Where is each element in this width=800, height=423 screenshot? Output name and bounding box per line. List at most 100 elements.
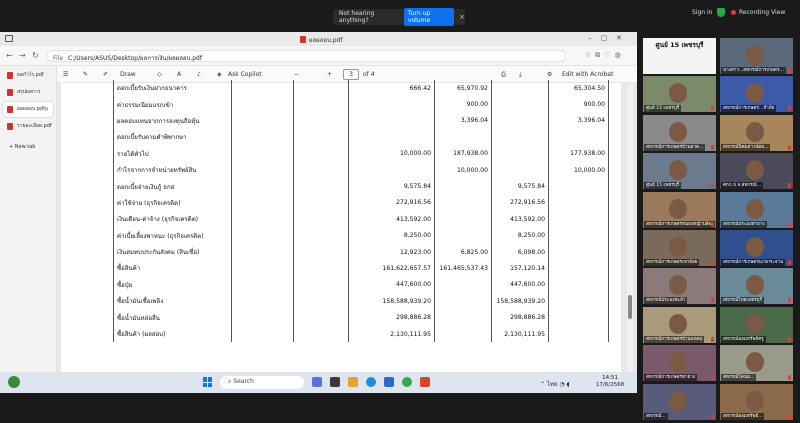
participant-tile[interactable]: สหกรณ์การเกษตรแก่งกระจาน: [720, 230, 793, 266]
erase-icon[interactable]: ◇: [157, 71, 162, 78]
address-bar: ← → ↻ File C:/Users/ASUS/Desktop/ผลการเงิ…: [0, 46, 637, 66]
table-row: เงินสมทบประกันสังคม (สินเชื่อ) 12,923.00 6…: [113, 243, 609, 261]
participant-tile[interactable]: ศกก.ป จ.สหกรณ์...: [720, 153, 793, 190]
zoom-in-button[interactable]: +: [327, 71, 332, 78]
system-tray[interactable]: ⌃ ไทย ◔ ◖: [540, 379, 570, 389]
participant-tile[interactable]: สหกรณ์โคนม...: [720, 345, 793, 382]
tab-item[interactable]: รายละเอียด.pdf: [3, 119, 53, 134]
close-icon[interactable]: ×: [459, 13, 465, 21]
url-input[interactable]: File C:/Users/ASUS/Desktop/ผลการเงิน/ผลผล…: [46, 50, 566, 62]
highlight-icon[interactable]: ✎: [83, 71, 88, 78]
draw-icon[interactable]: ✐: [103, 71, 108, 78]
menu-icon[interactable]: ☰: [63, 71, 68, 78]
draw-button[interactable]: Draw: [120, 71, 136, 78]
save-icon[interactable]: ⤓: [519, 71, 522, 79]
participant-video-figure: [746, 352, 764, 373]
amount-cell: [491, 129, 549, 146]
participant-tile[interactable]: สหกรณ์การเกษตร...จำกัด: [720, 76, 793, 113]
muted-mic-icon: [788, 375, 791, 381]
amount-cell: [293, 309, 349, 326]
participant-tile[interactable]: ศูนย์ 15 เพชรบุรี: [643, 153, 716, 190]
participant-tile[interactable]: สหกรณ์การเกษตรท่ายาง: [643, 345, 716, 382]
participant-tile[interactable]: สหกรณ์ประมงชะอำ: [643, 268, 716, 305]
app-root: Not hearing anything? Turn up volume × S…: [0, 0, 800, 423]
taskbar-clock[interactable]: 14:51 17/6/2568: [596, 375, 624, 389]
muted-mic-icon: [788, 183, 791, 189]
widgets-icon[interactable]: [8, 376, 20, 388]
vertical-scrollbar[interactable]: [627, 83, 633, 389]
audio-notice: Not hearing anything? Turn up volume ×: [333, 8, 465, 26]
tab-sidebar-icon[interactable]: [5, 35, 13, 42]
participant-tile[interactable]: สหกรณ์ประมงท่ายาง: [720, 191, 793, 228]
scroll-thumb[interactable]: [628, 295, 632, 319]
participant-tile[interactable]: สหกรณ์ไทยเพชรบุรี: [720, 268, 793, 305]
participant-tile[interactable]: สหกรณ์นิคมอ่าวน้อย...: [720, 114, 793, 151]
participant-tile[interactable]: สหกรณ์การเกษตรเขาย้อย: [643, 230, 716, 266]
star-icon[interactable]: ☆⧉♡◍: [585, 51, 625, 60]
tab-item-active[interactable]: ผลผลอบ.pdf ×: [3, 102, 53, 117]
pdf-viewport[interactable]: ดอกเบี้ยรับเงินฝากธนาคาร 666.42 65,970.92 6…: [57, 80, 637, 393]
copilot-icon[interactable]: ◈: [217, 71, 222, 78]
page-number-input[interactable]: 3: [343, 69, 359, 80]
edit-with-acrobat-button[interactable]: Edit with Acrobat: [562, 71, 613, 78]
taskbar-search-input[interactable]: ⌕ Search: [220, 376, 304, 389]
amount-cell: [348, 129, 435, 146]
participant-video-figure: [669, 237, 687, 257]
windows-start-icon[interactable]: [203, 377, 213, 387]
amount-cell: 666.42: [348, 80, 435, 97]
amount-cell: [348, 112, 435, 130]
back-icon[interactable]: ←: [6, 51, 13, 60]
settings-icon[interactable]: ⚙: [547, 71, 552, 78]
ask-copilot-button[interactable]: Ask Copilot: [228, 71, 262, 78]
muted-mic-icon: [711, 260, 714, 265]
forward-icon[interactable]: →: [19, 51, 26, 60]
turn-up-volume-button[interactable]: Turn up volume: [403, 8, 455, 26]
vertical-tabs: ผลกำไร.pdf สรุปผลการเงิน.pdf ผลผลอบ.pdf×…: [0, 66, 57, 393]
amount-cell: 157,120.14: [491, 260, 549, 277]
tab-item[interactable]: ผลกำไร.pdf: [3, 68, 53, 83]
view-button[interactable]: View: [771, 9, 785, 16]
amount-cell: [231, 211, 294, 228]
zoom-app-icon[interactable]: [384, 377, 394, 387]
zoom-out-button[interactable]: −: [294, 71, 299, 78]
participant-tile[interactable]: สหกรณ์ออมทรัพย์...: [720, 383, 793, 420]
participant-name-label: สหกรณ์ออมทรัพย์ครู: [721, 335, 766, 343]
participant-tile[interactable]: สหกรณ์ออมทรัพย์ครู: [720, 306, 793, 343]
participant-video-figure: [746, 313, 764, 334]
chrome-icon[interactable]: [402, 377, 412, 387]
table-row: ดอกเบี้ยรับเงินฝากธนาคาร 666.42 65,970.92 6…: [113, 80, 609, 97]
close-icon[interactable]: ×: [44, 102, 49, 117]
sign-in-link[interactable]: Sign in: [692, 9, 712, 16]
recording-dot-icon: [731, 10, 736, 15]
participant-tile[interactable]: สหกรณ์การเกษตรบ้านลาด...: [643, 114, 716, 151]
shield-icon[interactable]: [717, 8, 725, 17]
pdf-icon: [7, 89, 13, 96]
window-controls[interactable]: –▢✕: [588, 34, 631, 42]
participant-tile[interactable]: สหกรณ์...: [643, 383, 716, 420]
amount-cell: 161,465,537.43: [434, 260, 492, 277]
pdf-icon: [300, 36, 306, 43]
participant-tile[interactable]: สหกรณ์การเกษตรหนองหญ้าปล้อง: [643, 191, 716, 228]
print-icon[interactable]: ⎙: [501, 71, 506, 79]
copilot-app-icon[interactable]: [312, 377, 322, 387]
read-aloud-icon[interactable]: ♪: [197, 71, 201, 78]
amount-cell: 3,396.04: [434, 112, 492, 130]
text-icon[interactable]: A: [177, 71, 181, 78]
pdf-icon: [7, 106, 13, 113]
participant-tile[interactable]: ศูนย์ 15 เพชรบุรี: [643, 38, 716, 74]
participant-tile[interactable]: ศูนย์ 15 เพชรบุรี: [643, 76, 716, 113]
task-view-icon[interactable]: [330, 377, 340, 387]
participant-tile[interactable]: สหกรณ์การเกษตรบ้านแหลม: [643, 306, 716, 343]
edge-icon[interactable]: [366, 377, 376, 387]
refresh-icon[interactable]: ↻: [32, 51, 39, 60]
file-explorer-icon[interactable]: [348, 377, 358, 387]
table-row: ซื้อน้ำมันหล่อลื่น 298,886.28 298,886.28: [113, 309, 609, 326]
amount-cell: 10,000.00: [348, 145, 435, 162]
new-tab-button[interactable]: + New tab: [3, 140, 53, 155]
amount-cell: [231, 161, 294, 179]
participant-name-label: นางสาว...สหกรณ์การเกษตร...: [721, 67, 786, 74]
powerpoint-icon[interactable]: [420, 377, 430, 387]
participant-tile[interactable]: นางสาว...สหกรณ์การเกษตร...: [720, 38, 793, 74]
amount-cell: 65,304.50: [548, 80, 609, 97]
tab-item[interactable]: สรุปผลการเงิน.pdf: [3, 85, 53, 110]
